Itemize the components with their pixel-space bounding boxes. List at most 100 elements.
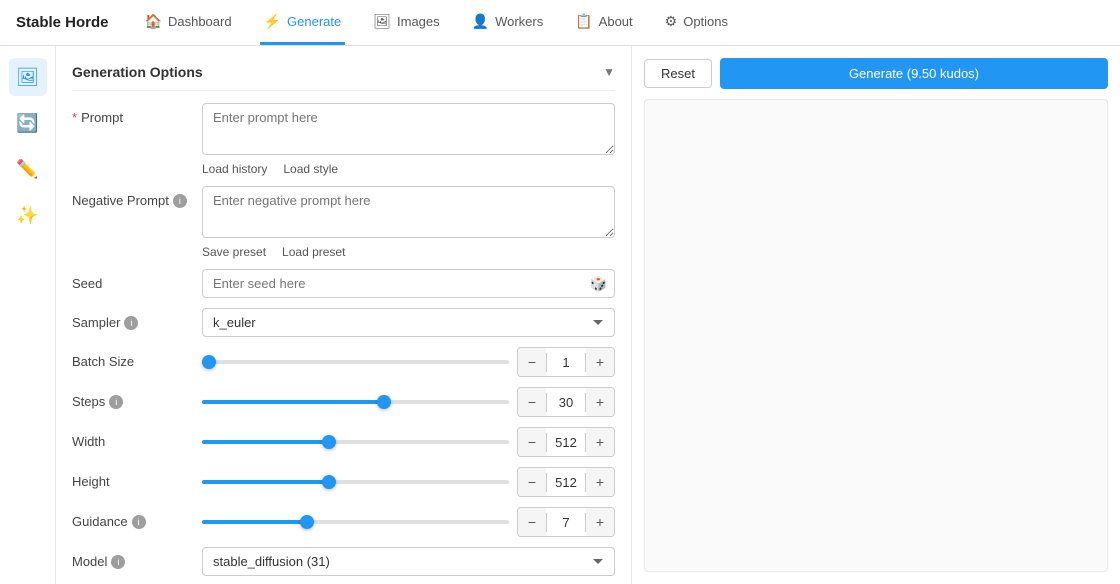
negative-prompt-row: Negative Prompt i Save preset Load prese… bbox=[72, 186, 615, 259]
load-history-btn[interactable]: Load history bbox=[202, 162, 267, 176]
batch-size-label: Batch Size bbox=[72, 347, 202, 369]
model-label: Model i bbox=[72, 547, 202, 569]
batch-size-decrement[interactable]: − bbox=[518, 348, 546, 376]
prompt-links: Load history Load style bbox=[202, 162, 615, 176]
load-preset-btn[interactable]: Load preset bbox=[282, 245, 345, 259]
reset-button[interactable]: Reset bbox=[644, 59, 712, 88]
height-label: Height bbox=[72, 467, 202, 489]
width-control: − 512 + bbox=[202, 427, 615, 457]
inpainting-icon: ✏️ bbox=[16, 159, 38, 180]
sidebar: 🖼 🔄 ✏️ ✨ bbox=[0, 46, 56, 584]
content-area: Generation Options ▼ * Prompt Load histo… bbox=[56, 46, 1120, 584]
height-slider-row: − 512 + bbox=[202, 467, 615, 497]
collapse-icon[interactable]: ▼ bbox=[603, 65, 615, 79]
main-layout: 🖼 🔄 ✏️ ✨ Generation Options ▼ * Prompt bbox=[0, 46, 1120, 584]
model-info-icon[interactable]: i bbox=[111, 555, 125, 569]
height-decrement[interactable]: − bbox=[518, 468, 546, 496]
nav-about[interactable]: 📋 About bbox=[571, 1, 636, 45]
height-control: − 512 + bbox=[202, 467, 615, 497]
sampler-control: k_euler k_euler_a k_dpm_2 k_dpm_2_a k_lm… bbox=[202, 308, 615, 337]
text-to-image-icon: 🖼 bbox=[16, 67, 39, 88]
save-preset-btn[interactable]: Save preset bbox=[202, 245, 266, 259]
guidance-info-icon[interactable]: i bbox=[132, 515, 146, 529]
steps-increment[interactable]: + bbox=[586, 388, 614, 416]
workers-icon: 👤 bbox=[472, 13, 489, 30]
width-slider-row: − 512 + bbox=[202, 427, 615, 457]
generate-icon: ⚡ bbox=[264, 13, 281, 30]
nav-dashboard[interactable]: 🏠 Dashboard bbox=[141, 1, 236, 45]
left-panel: Generation Options ▼ * Prompt Load histo… bbox=[56, 46, 632, 584]
seed-control: 🎲 bbox=[202, 269, 615, 298]
height-increment[interactable]: + bbox=[586, 468, 614, 496]
guidance-control: − 7 + bbox=[202, 507, 615, 537]
width-increment[interactable]: + bbox=[586, 428, 614, 456]
width-row: Width − 512 + bbox=[72, 427, 615, 457]
prompt-control: Load history Load style bbox=[202, 103, 615, 176]
seed-input[interactable] bbox=[202, 269, 615, 298]
sidebar-image-to-image[interactable]: 🔄 bbox=[9, 104, 47, 142]
prompt-row: * Prompt Load history Load style bbox=[72, 103, 615, 176]
images-icon: 🖼 bbox=[373, 13, 391, 30]
nav-generate[interactable]: ⚡ Generate bbox=[260, 1, 346, 45]
height-track[interactable] bbox=[202, 480, 509, 484]
sidebar-text-to-image[interactable]: 🖼 bbox=[9, 58, 47, 96]
extras-icon: ✨ bbox=[16, 205, 38, 226]
steps-label: Steps i bbox=[72, 387, 202, 409]
batch-size-control: − 1 + bbox=[202, 347, 615, 377]
generate-button[interactable]: Generate (9.50 kudos) bbox=[720, 58, 1108, 89]
steps-decrement[interactable]: − bbox=[518, 388, 546, 416]
negative-prompt-input[interactable] bbox=[202, 186, 615, 238]
steps-value: 30 bbox=[546, 393, 586, 412]
height-stepper: − 512 + bbox=[517, 467, 615, 497]
model-control: stable_diffusion (31) bbox=[202, 547, 615, 576]
negative-info-icon[interactable]: i bbox=[173, 194, 187, 208]
steps-stepper: − 30 + bbox=[517, 387, 615, 417]
canvas-area bbox=[644, 99, 1108, 572]
steps-track[interactable] bbox=[202, 400, 509, 404]
prompt-input[interactable] bbox=[202, 103, 615, 155]
steps-control: − 30 + bbox=[202, 387, 615, 417]
nav-options[interactable]: ⚙ Options bbox=[661, 1, 732, 45]
brand-logo: Stable Horde bbox=[16, 14, 109, 31]
options-icon: ⚙ bbox=[665, 13, 678, 30]
height-value: 512 bbox=[546, 473, 586, 492]
sidebar-extras[interactable]: ✨ bbox=[9, 196, 47, 234]
width-label: Width bbox=[72, 427, 202, 449]
prompt-label: * Prompt bbox=[72, 103, 202, 125]
about-icon: 📋 bbox=[575, 13, 592, 30]
sampler-row: Sampler i k_euler k_euler_a k_dpm_2 k_dp… bbox=[72, 308, 615, 337]
nav-images[interactable]: 🖼 Images bbox=[369, 1, 443, 45]
batch-size-increment[interactable]: + bbox=[586, 348, 614, 376]
sampler-select[interactable]: k_euler k_euler_a k_dpm_2 k_dpm_2_a k_lm… bbox=[202, 308, 615, 337]
width-stepper: − 512 + bbox=[517, 427, 615, 457]
guidance-stepper: − 7 + bbox=[517, 507, 615, 537]
guidance-track[interactable] bbox=[202, 520, 509, 524]
load-style-btn[interactable]: Load style bbox=[283, 162, 338, 176]
batch-size-value: 1 bbox=[546, 353, 586, 372]
model-row: Model i stable_diffusion (31) bbox=[72, 547, 615, 576]
width-decrement[interactable]: − bbox=[518, 428, 546, 456]
sampler-info-icon[interactable]: i bbox=[124, 316, 138, 330]
top-nav: Stable Horde 🏠 Dashboard ⚡ Generate 🖼 Im… bbox=[0, 0, 1120, 46]
section-header: Generation Options ▼ bbox=[72, 58, 615, 91]
negative-links: Save preset Load preset bbox=[202, 245, 615, 259]
sidebar-inpainting[interactable]: ✏️ bbox=[9, 150, 47, 188]
seed-row: Seed 🎲 bbox=[72, 269, 615, 298]
batch-size-stepper: − 1 + bbox=[517, 347, 615, 377]
seed-label: Seed bbox=[72, 269, 202, 291]
steps-row: Steps i − 30 + bbox=[72, 387, 615, 417]
steps-slider-row: − 30 + bbox=[202, 387, 615, 417]
width-track[interactable] bbox=[202, 440, 509, 444]
dice-icon[interactable]: 🎲 bbox=[590, 275, 607, 292]
guidance-increment[interactable]: + bbox=[586, 508, 614, 536]
model-select[interactable]: stable_diffusion (31) bbox=[202, 547, 615, 576]
image-to-image-icon: 🔄 bbox=[16, 113, 38, 134]
guidance-value: 7 bbox=[546, 513, 586, 532]
batch-size-track[interactable] bbox=[202, 360, 509, 364]
height-row: Height − 512 + bbox=[72, 467, 615, 497]
guidance-decrement[interactable]: − bbox=[518, 508, 546, 536]
section-title: Generation Options bbox=[72, 64, 203, 80]
negative-prompt-label: Negative Prompt i bbox=[72, 186, 202, 208]
steps-info-icon[interactable]: i bbox=[109, 395, 123, 409]
nav-workers[interactable]: 👤 Workers bbox=[468, 1, 548, 45]
